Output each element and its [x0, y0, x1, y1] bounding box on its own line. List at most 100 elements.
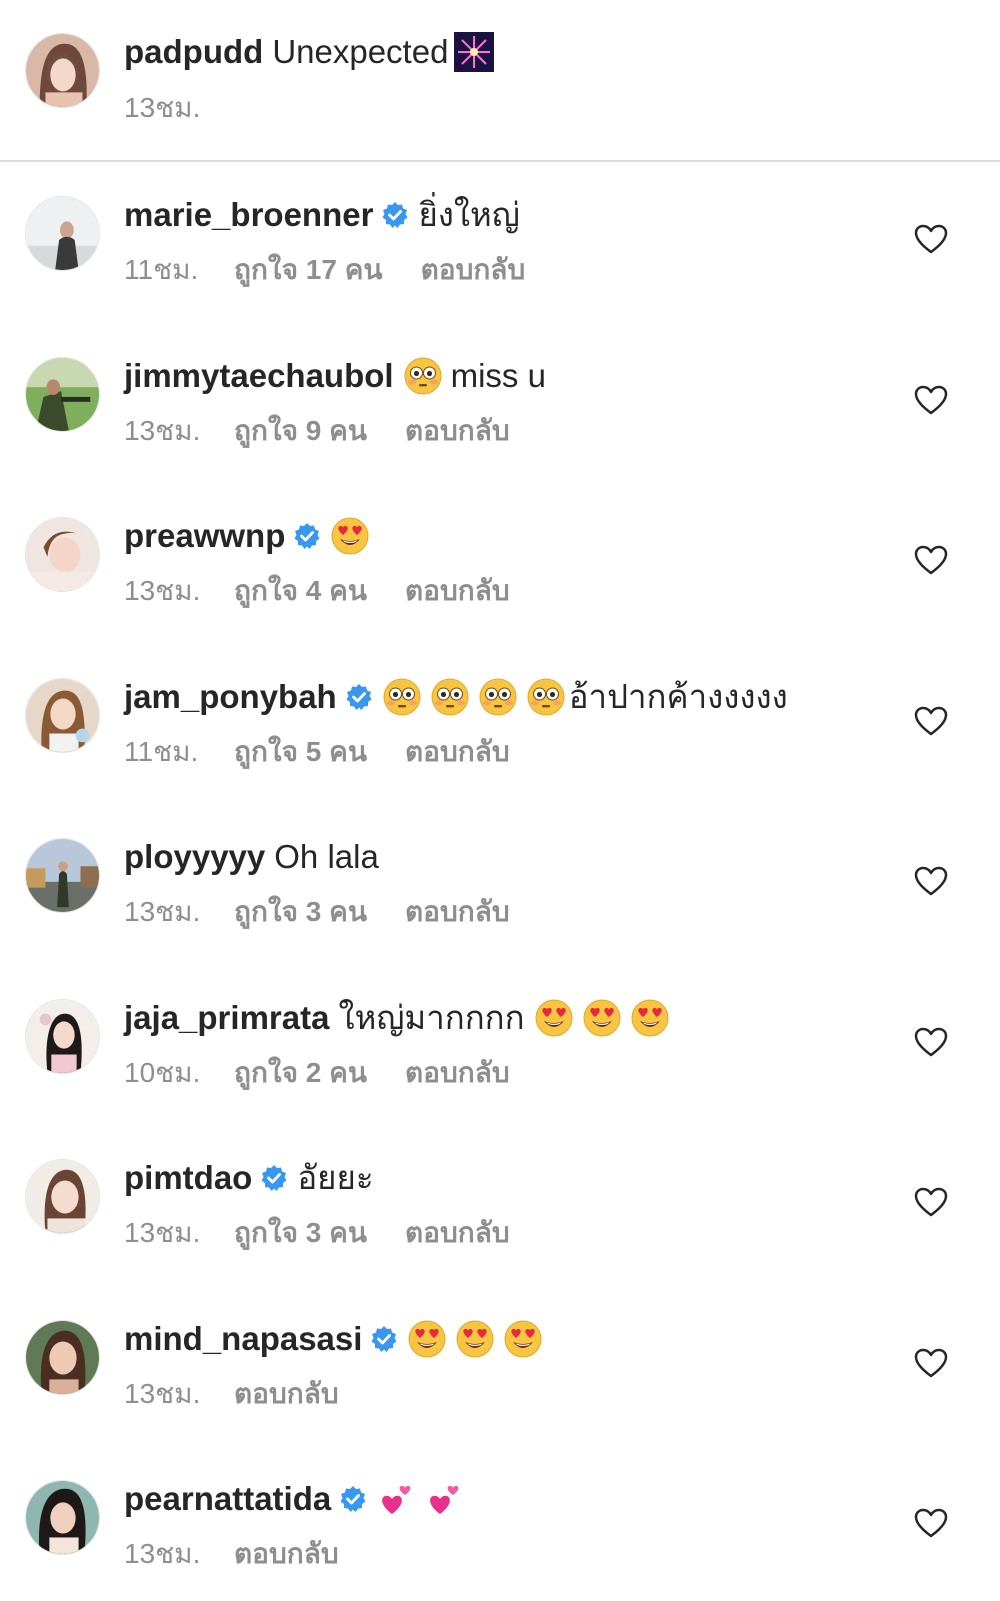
comment-line: pimtdao อัยยะ: [124, 1156, 374, 1200]
likes-count-link[interactable]: ถูกใจ 2 คน: [234, 1055, 367, 1091]
comment-time: 13ชม.: [124, 415, 201, 446]
comment-username[interactable]: pearnattatida: [124, 1477, 331, 1521]
comment-time: 13ชม.: [124, 575, 201, 606]
heart-eyes-emoji-icon: [631, 999, 669, 1037]
verified-badge-icon: [260, 1164, 288, 1192]
comment-line: jaja_primrata ใหญ่มากกกก: [124, 996, 669, 1040]
reply-button[interactable]: ตอบกลับ: [405, 894, 510, 930]
comment-time: 11ชม.: [124, 736, 199, 767]
avatar[interactable]: [25, 1159, 100, 1234]
comment-meta: 13ชม. ถูกใจ 3 คน ตอบกลับ: [124, 1215, 510, 1251]
likes-count-link[interactable]: ถูกใจ 3 คน: [234, 894, 367, 930]
likes-count-link[interactable]: ถูกใจ 17 คน: [234, 252, 383, 288]
avatar[interactable]: [25, 517, 100, 592]
likes-count-link[interactable]: ถูกใจ 3 คน: [234, 1215, 367, 1251]
firework-icon: [454, 32, 495, 72]
heart-eyes-emoji-icon: [535, 999, 573, 1037]
comment-line: pearnattatida: [124, 1477, 463, 1521]
comment-line: preawwnp: [124, 514, 369, 558]
avatar[interactable]: [25, 196, 100, 271]
comment-meta: 10ชม. ถูกใจ 2 คน ตอบกลับ: [124, 1055, 510, 1091]
reply-button[interactable]: ตอบกลับ: [405, 573, 510, 609]
two-hearts-icon: [425, 1480, 463, 1518]
reply-button[interactable]: ตอบกลับ: [405, 413, 510, 449]
like-heart-icon[interactable]: [914, 385, 948, 415]
comment-text: Oh lala: [274, 838, 379, 875]
comment-meta: 13ชม. ตอบกลับ: [124, 1376, 339, 1412]
comment-username[interactable]: jaja_primrata: [124, 996, 329, 1040]
reply-button[interactable]: ตอบกลับ: [405, 734, 510, 770]
comment-meta: 11ชม. ถูกใจ 5 คน ตอบกลับ: [124, 734, 510, 770]
comment-username[interactable]: ployyyyy: [124, 835, 265, 879]
avatar[interactable]: [25, 1480, 100, 1555]
caption-time: 13ชม.: [124, 92, 201, 123]
reply-button[interactable]: ตอบกลับ: [234, 1536, 339, 1572]
verified-badge-icon: [345, 683, 373, 711]
likes-count-link[interactable]: ถูกใจ 9 คน: [234, 413, 367, 449]
avatar[interactable]: [25, 999, 100, 1074]
comment-line: ployyyyy Oh lala: [124, 835, 379, 879]
verified-badge-icon: [293, 522, 321, 550]
comment-time: 13ชม.: [124, 896, 201, 927]
comment-text: อ้าปากค้างงงงง: [568, 678, 788, 715]
comment-time: 13ชม.: [124, 1378, 201, 1409]
comment-time: 13ชม.: [124, 1217, 201, 1248]
comment-username[interactable]: mind_napasasi: [124, 1317, 362, 1361]
comment-text: miss u: [450, 357, 546, 394]
caption-line: padpudd Unexpected: [124, 30, 495, 74]
avatar[interactable]: [25, 357, 100, 432]
reply-button[interactable]: ตอบกลับ: [421, 252, 526, 288]
comment-text: ใหญ่มากกกก: [338, 999, 525, 1036]
avatar[interactable]: [25, 678, 100, 753]
like-heart-icon[interactable]: [914, 706, 948, 736]
caption-avatar[interactable]: [25, 33, 100, 108]
verified-badge-icon: [370, 1325, 398, 1353]
comment-text: อัยยะ: [297, 1159, 374, 1196]
heart-eyes-emoji-icon: [408, 1320, 446, 1358]
comment-username[interactable]: jimmytaechaubol: [124, 354, 394, 398]
avatar[interactable]: [25, 838, 100, 913]
comment-time: 13ชม.: [124, 1538, 201, 1569]
verified-badge-icon: [339, 1485, 367, 1513]
reply-button[interactable]: ตอบกลับ: [405, 1055, 510, 1091]
comment-line: jam_ponybah อ้าปากค้างงงงง: [124, 675, 788, 719]
comment-username[interactable]: marie_broenner: [124, 193, 373, 237]
divider: [0, 160, 1000, 162]
verified-badge-icon: [381, 201, 409, 229]
comment-username[interactable]: pimtdao: [124, 1156, 252, 1200]
comment-line: jimmytaechaubol miss u: [124, 354, 546, 398]
comment-meta: 13ชม. ตอบกลับ: [124, 1536, 339, 1572]
comment-line: marie_broenner ยิ่งใหญ่: [124, 193, 520, 237]
comment-time: 11ชม.: [124, 254, 199, 285]
like-heart-icon[interactable]: [914, 1187, 948, 1217]
caption-meta: 13ชม.: [124, 90, 200, 126]
comment-meta: 13ชม. ถูกใจ 9 คน ตอบกลับ: [124, 413, 510, 449]
reply-button[interactable]: ตอบกลับ: [405, 1215, 510, 1251]
flushed-face-icon: [383, 678, 421, 716]
flushed-face-icon: [479, 678, 517, 716]
comment-line: mind_napasasi: [124, 1317, 542, 1361]
likes-count-link[interactable]: ถูกใจ 5 คน: [234, 734, 367, 770]
like-heart-icon[interactable]: [914, 1508, 948, 1538]
two-hearts-icon: [377, 1480, 415, 1518]
likes-count-link[interactable]: ถูกใจ 4 คน: [234, 573, 367, 609]
flushed-face-icon: [527, 678, 565, 716]
like-heart-icon[interactable]: [914, 866, 948, 896]
flushed-face-icon: [431, 678, 469, 716]
comment-username[interactable]: preawwnp: [124, 514, 285, 558]
like-heart-icon[interactable]: [914, 545, 948, 575]
reply-button[interactable]: ตอบกลับ: [234, 1376, 339, 1412]
comment-text: ยิ่งใหญ่: [418, 196, 520, 233]
heart-eyes-emoji-icon: [583, 999, 621, 1037]
like-heart-icon[interactable]: [914, 1348, 948, 1378]
caption-username[interactable]: padpudd: [124, 30, 263, 74]
like-heart-icon[interactable]: [914, 224, 948, 254]
heart-eyes-emoji-icon: [504, 1320, 542, 1358]
caption-text: Unexpected: [272, 33, 449, 70]
comment-meta: 11ชม. ถูกใจ 17 คน ตอบกลับ: [124, 252, 525, 288]
heart-eyes-emoji-icon: [331, 517, 369, 555]
comment-username[interactable]: jam_ponybah: [124, 675, 337, 719]
heart-eyes-emoji-icon: [456, 1320, 494, 1358]
like-heart-icon[interactable]: [914, 1027, 948, 1057]
avatar[interactable]: [25, 1320, 100, 1395]
